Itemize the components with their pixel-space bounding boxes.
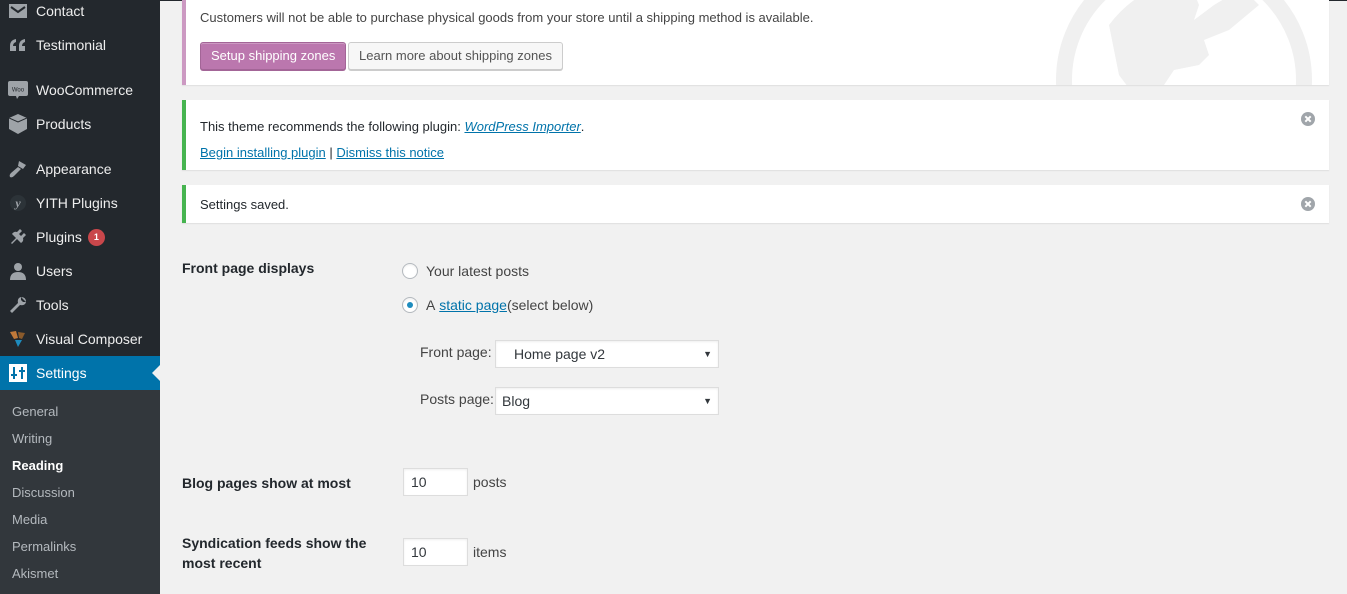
settings-saved-message: Settings saved.: [200, 197, 289, 212]
sidebar-item-users[interactable]: Users: [0, 254, 160, 288]
posts-page-select[interactable]: Blog ▼: [495, 387, 719, 415]
sliders-icon: [0, 364, 36, 382]
shipping-notice: Customers will not be able to purchase p…: [182, 0, 1329, 85]
latest-posts-radio[interactable]: [402, 263, 418, 279]
option-static-page[interactable]: A static page (select below): [402, 297, 593, 313]
submenu-item-discussion[interactable]: Discussion: [12, 485, 75, 500]
settings-submenu: General Writing Reading Discussion Media…: [0, 390, 160, 594]
submenu-item-general[interactable]: General: [12, 404, 58, 419]
sidebar-item-visual-composer[interactable]: Visual Composer: [0, 322, 160, 356]
svg-text:y: y: [13, 196, 21, 210]
yith-icon: y: [0, 194, 36, 212]
posts-per-rss-input[interactable]: 10: [403, 538, 468, 566]
shipping-notice-message: Customers will not be able to purchase p…: [200, 10, 814, 25]
sidebar-item-testimonial[interactable]: Testimonial: [0, 28, 160, 62]
posts-page-select-label: Posts page:: [420, 391, 494, 407]
plugin-notice-actions: Begin installing plugin | Dismiss this n…: [200, 145, 445, 160]
dismiss-this-notice-link[interactable]: Dismiss this notice: [336, 145, 444, 160]
chevron-down-icon: ▼: [703, 349, 712, 359]
sidebar-item-appearance[interactable]: Appearance: [0, 152, 160, 186]
sidebar-item-yith-plugins[interactable]: y YITH Plugins: [0, 186, 160, 220]
sidebar-item-tools[interactable]: Tools: [0, 288, 160, 322]
front-page-displays-label: Front page displays: [182, 260, 315, 276]
plugin-recommendation-notice: This theme recommends the following plug…: [182, 100, 1329, 170]
chevron-down-icon: ▼: [703, 396, 712, 406]
syndication-feeds-label: Syndication feeds show the most recent: [182, 535, 367, 571]
sidebar-item-products[interactable]: Products: [0, 107, 160, 141]
submenu-item-media[interactable]: Media: [12, 512, 47, 527]
user-icon: [0, 262, 36, 280]
setup-shipping-zones-button[interactable]: Setup shipping zones: [200, 42, 347, 70]
wrench-icon: [0, 296, 36, 314]
submenu-item-reading[interactable]: Reading: [12, 458, 63, 473]
submenu-item-writing[interactable]: Writing: [12, 431, 52, 446]
plug-icon: [0, 228, 36, 246]
submenu-item-permalinks[interactable]: Permalinks: [12, 539, 76, 554]
submenu-item-akismet[interactable]: Akismet: [12, 566, 58, 581]
svg-text:Woo: Woo: [12, 88, 25, 94]
plugin-update-count-badge: 1: [87, 228, 105, 246]
quote-icon: [0, 38, 36, 52]
dismiss-notice-icon[interactable]: [1301, 112, 1315, 126]
sidebar-item-woocommerce[interactable]: Woo WooCommerce: [0, 73, 160, 107]
globe-icon: [1056, 0, 1312, 85]
visual-composer-icon: [0, 330, 36, 348]
blog-pages-label: Blog pages show at most: [182, 475, 351, 491]
front-page-select[interactable]: Home page v2 ▼: [495, 340, 719, 368]
learn-shipping-zones-button[interactable]: Learn more about shipping zones: [348, 42, 563, 70]
sidebar-item-contact[interactable]: Contact: [0, 0, 160, 28]
begin-installing-plugin-link[interactable]: Begin installing plugin: [200, 145, 326, 160]
items-unit-label: items: [473, 544, 507, 560]
box-icon: [0, 114, 36, 134]
front-page-select-label: Front page:: [420, 344, 492, 360]
dismiss-notice-icon[interactable]: [1301, 197, 1315, 211]
settings-saved-notice: Settings saved.: [182, 185, 1329, 223]
admin-sidebar: Contact Testimonial Woo WooCommerce Prod…: [0, 0, 160, 594]
static-page-link[interactable]: static page: [439, 297, 507, 313]
posts-per-page-input[interactable]: 10: [403, 468, 468, 496]
posts-unit-label: posts: [473, 474, 507, 490]
current-menu-arrow: [152, 365, 160, 381]
wordpress-importer-link[interactable]: WordPress Importer: [464, 119, 580, 134]
plugin-notice-message: This theme recommends the following plug…: [200, 119, 585, 134]
static-page-radio[interactable]: [402, 297, 418, 313]
sidebar-item-plugins[interactable]: Plugins 1: [0, 220, 160, 254]
paintbrush-icon: [0, 160, 36, 178]
envelope-icon: [0, 4, 36, 18]
option-latest-posts[interactable]: Your latest posts: [402, 263, 529, 279]
woocommerce-icon: Woo: [0, 80, 36, 100]
sidebar-item-settings[interactable]: Settings: [0, 356, 160, 390]
